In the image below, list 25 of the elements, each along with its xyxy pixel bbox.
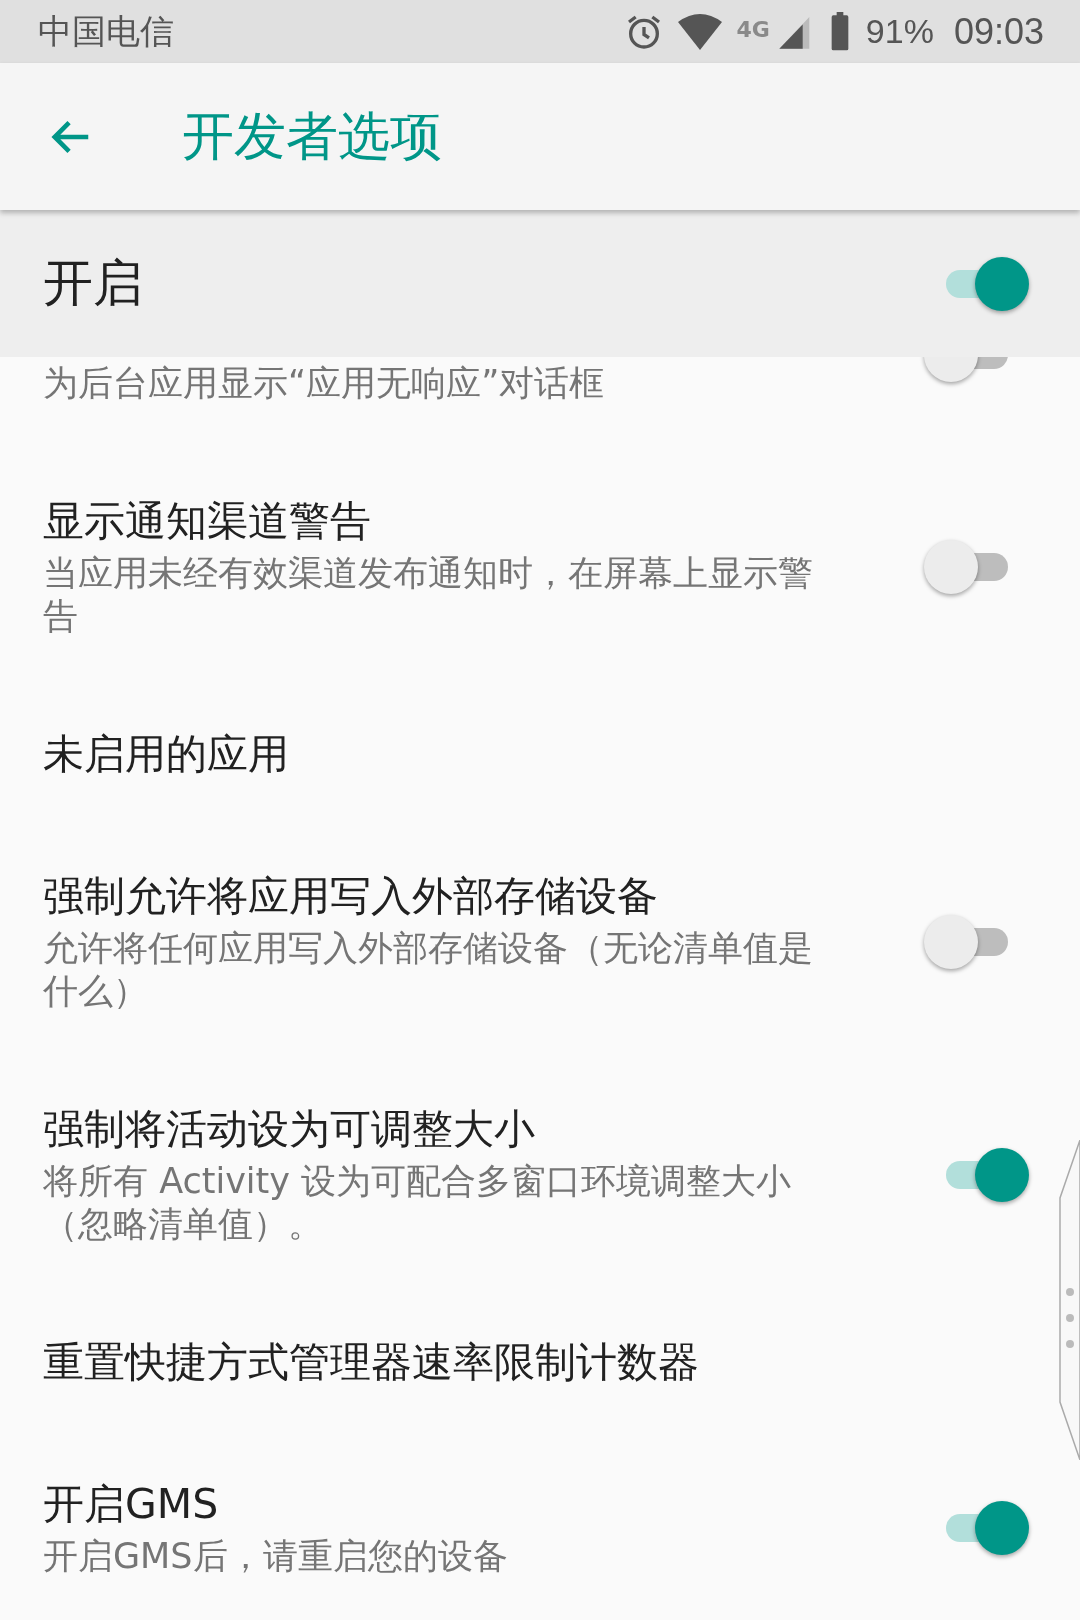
setting-description: 开启GMS后，请重启您的设备: [43, 1535, 509, 1578]
screen-title: 开发者选项: [182, 104, 442, 168]
setting-description: 当应用未经有效渠道发布通知时，在屏幕上显示警告: [43, 552, 814, 638]
setting-row[interactable]: 开启GMS 开启GMS后，请重启您的设备: [0, 1433, 1080, 1620]
setting-row[interactable]: 强制将活动设为可调整大小 将所有 Activity 设为可配合多窗口环境调整大小（忽略清单值）。: [0, 1058, 1080, 1291]
setting-description: 为后台应用显示“应用无响应”对话框: [43, 362, 606, 405]
setting-row[interactable]: 未启用的应用: [0, 683, 1080, 825]
setting-row[interactable]: 为后台应用显示“应用无响应”对话框: [0, 357, 1080, 450]
setting-row[interactable]: 重置快捷方式管理器速率限制计数器: [0, 1291, 1080, 1433]
battery-percent: 91%: [865, 12, 934, 51]
setting-row[interactable]: 显示通知渠道警告 当应用未经有效渠道发布通知时，在屏幕上显示警告: [0, 450, 1080, 683]
clock-time: 09:03: [953, 10, 1044, 53]
setting-title: 未启用的应用: [43, 729, 290, 780]
setting-description: 将所有 Activity 设为可配合多窗口环境调整大小（忽略清单值）。: [43, 1160, 793, 1246]
master-switch-label: 开启: [43, 253, 143, 314]
wifi-icon: [676, 11, 725, 52]
setting-row[interactable]: 强制允许将应用写入外部存储设备 允许将任何应用写入外部存储设备（无论清单值是什么）: [0, 825, 1080, 1058]
network-type-label: 4G: [736, 16, 770, 42]
setting-title: 强制允许将应用写入外部存储设备: [43, 871, 659, 922]
setting-description: 允许将任何应用写入外部存储设备（无论清单值是什么）: [43, 927, 814, 1013]
setting-title: 重置快捷方式管理器速率限制计数器: [43, 1337, 700, 1388]
setting-title: 开启GMS: [43, 1479, 220, 1530]
carrier-name: 中国电信: [38, 9, 174, 53]
setting-title: 显示通知渠道警告: [43, 496, 372, 547]
setting-title: 强制将活动设为可调整大小: [43, 1104, 536, 1155]
